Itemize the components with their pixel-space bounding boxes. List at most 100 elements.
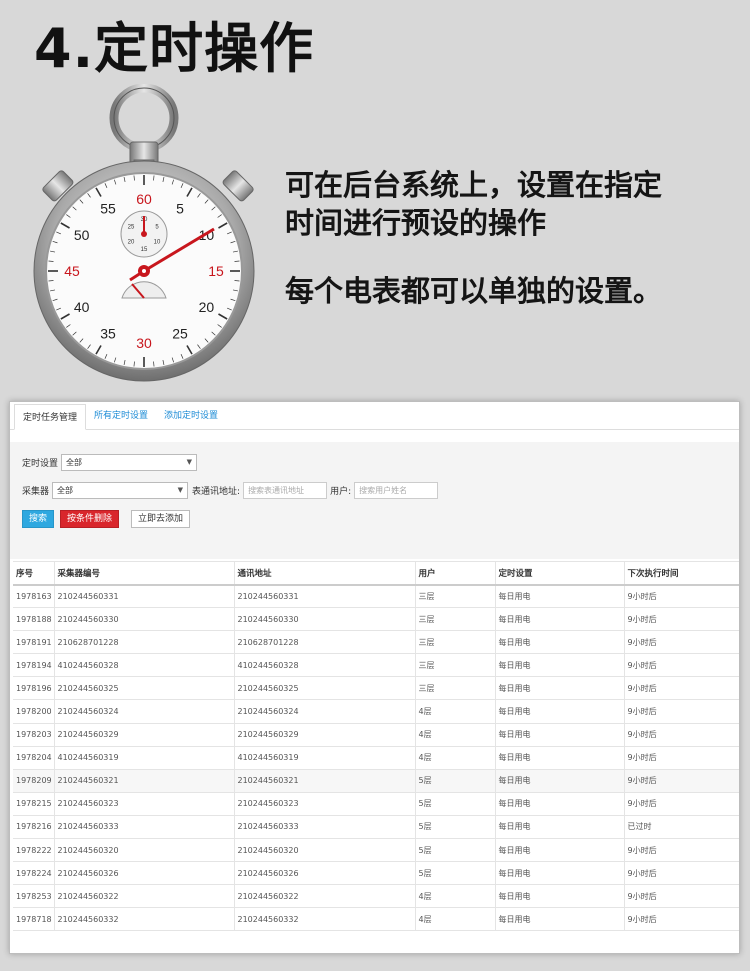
collector-link[interactable]: 210244560320 [54,838,235,863]
user-cell: 4层 [415,699,496,724]
header-next-run: 下次执行时间 [624,561,739,586]
timer-link[interactable]: 每日用电 [495,676,625,701]
row-id: 1978194 [13,653,55,678]
header-id: 序号 [13,561,55,586]
table-row: 1978191 210628701228 210628701228 三层 每日用电 9小时… [13,630,739,655]
next-run-cell: 9小时后 [624,838,739,863]
timer-link[interactable]: 每日用电 [495,746,625,770]
timer-link[interactable]: 每日用电 [495,723,625,747]
collector-link[interactable]: 410244560319 [54,746,235,770]
timer-link[interactable]: 每日用电 [495,769,625,793]
page-title: 4.定时操作 [34,17,315,80]
search-form: 定时设置 全部 ▼ 采集器 全部 ▼ 表通讯地址: 搜索表通讯地址 用户: 搜索… [10,442,739,559]
address-cell: 210244560321 [234,769,416,793]
timer-link[interactable]: 每日用电 [495,584,625,609]
user-input[interactable]: 搜索用户姓名 [354,482,439,499]
tab-bar: 定时任务管理 所有定时设置 添加定时设置 [10,402,739,430]
address-cell: 210244560331 [234,584,416,609]
table-row: 1978188 210244560330 210244560330 三层 每日用电 9小时… [13,607,739,632]
table-row: 1978163 210244560331 210244560331 三层 每日用电 9小时… [13,584,739,609]
add-now-button[interactable]: 立即去添加 [131,510,191,528]
row-id: 1978204 [13,746,55,770]
search-button[interactable]: 搜索 [22,510,55,528]
row-id: 1978191 [13,630,55,655]
collector-link[interactable]: 210244560331 [54,584,235,609]
subdial-number: 20 [128,240,135,246]
timer-setting-select[interactable]: 全部 ▼ [61,454,198,471]
row-id: 1978203 [13,723,55,747]
address-cell: 210244560332 [234,907,416,932]
address-cell: 210244560333 [234,815,416,840]
user-label: 用户: [330,487,352,497]
next-run-cell: 已过时 [624,815,739,840]
collector-link[interactable]: 210244560333 [54,815,235,840]
description-text-2: 每个电表都可以单独的设置。 [285,274,663,308]
timer-link[interactable]: 每日用电 [495,861,625,886]
subdial-number: 25 [128,225,135,231]
dial-number: 20 [199,299,215,315]
dial-number: 30 [136,335,152,351]
tab-add-timer[interactable]: 添加定时设置 [156,403,226,429]
timer-link[interactable]: 每日用电 [495,630,625,655]
address-cell: 210244560324 [234,699,416,724]
collector-link[interactable]: 410244560328 [54,653,235,678]
user-cell: 5层 [415,769,496,793]
user-cell: 4层 [415,907,496,932]
collector-select[interactable]: 全部 ▼ [52,482,189,499]
timer-link[interactable]: 每日用电 [495,792,625,816]
collector-link[interactable]: 210244560324 [54,699,235,724]
address-cell: 210244560323 [234,792,416,816]
user-cell: 三层 [415,676,496,701]
row-id: 1978253 [13,884,55,909]
subdial-number: 15 [141,247,148,253]
next-run-cell: 9小时后 [624,746,739,770]
collector-value: 全部 [57,486,74,495]
row-id: 1978718 [13,907,55,932]
next-run-cell: 9小时后 [624,792,739,816]
row-id: 1978196 [13,676,55,701]
table-row: 1978253 210244560322 210244560322 4层 每日用电 9小时… [13,884,739,909]
tab-all-timers[interactable]: 所有定时设置 [86,403,156,429]
user-cell: 4层 [415,884,496,909]
description-line-2: 时间进行预设的操作 [285,206,547,240]
table-row: 1978224 210244560326 210244560326 5层 每日用电 9小时… [13,861,739,886]
next-run-cell: 9小时后 [624,723,739,747]
collector-link[interactable]: 210244560329 [54,723,235,747]
user-cell: 三层 [415,653,496,678]
address-input[interactable]: 搜索表通讯地址 [243,482,328,499]
timer-link[interactable]: 每日用电 [495,838,625,863]
user-cell: 三层 [415,584,496,609]
description-line-1: 可在后台系统上，设置在指定 [285,168,663,202]
header-address: 通讯地址 [234,561,416,586]
collector-link[interactable]: 210244560330 [54,607,235,632]
next-run-cell: 9小时后 [624,607,739,632]
delete-by-condition-button[interactable]: 按条件删除 [60,510,120,528]
address-cell: 410244560328 [234,653,416,678]
collector-link[interactable]: 210244560326 [54,861,235,886]
tab-timer-management[interactable]: 定时任务管理 [14,404,87,430]
collector-link[interactable]: 210244560325 [54,676,235,701]
collector-link[interactable]: 210244560323 [54,792,235,816]
timer-link[interactable]: 每日用电 [495,815,625,840]
timer-link[interactable]: 每日用电 [495,699,625,724]
timer-link[interactable]: 每日用电 [495,884,625,909]
address-cell: 210244560329 [234,723,416,747]
collector-link[interactable]: 210244560321 [54,769,235,793]
row-id: 1978216 [13,815,55,840]
table-row: 1978222 210244560320 210244560320 5层 每日用电 9小时… [13,838,739,863]
collector-link[interactable]: 210244560332 [54,907,235,932]
timer-setting-label: 定时设置 [22,459,59,469]
next-run-cell: 9小时后 [624,699,739,724]
subdial-number: 10 [154,240,161,246]
table-row: 1978196 210244560325 210244560325 三层 每日用电 9小时… [13,676,739,701]
timer-link[interactable]: 每日用电 [495,653,625,678]
collector-link[interactable]: 210628701228 [54,630,235,655]
timer-link[interactable]: 每日用电 [495,607,625,632]
header-user: 用户 [415,561,496,586]
timer-table: 序号 采集器编号 通讯地址 用户 定时设置 下次执行时间 1978163 2102… [13,561,739,932]
user-cell: 三层 [415,607,496,632]
collector-link[interactable]: 210244560322 [54,884,235,909]
admin-panel: 定时任务管理 所有定时设置 添加定时设置 定时设置 全部 ▼ 采集器 全部 ▼ … [9,401,740,954]
timer-link[interactable]: 每日用电 [495,907,625,932]
table-header-row: 序号 采集器编号 通讯地址 用户 定时设置 下次执行时间 [13,561,739,586]
